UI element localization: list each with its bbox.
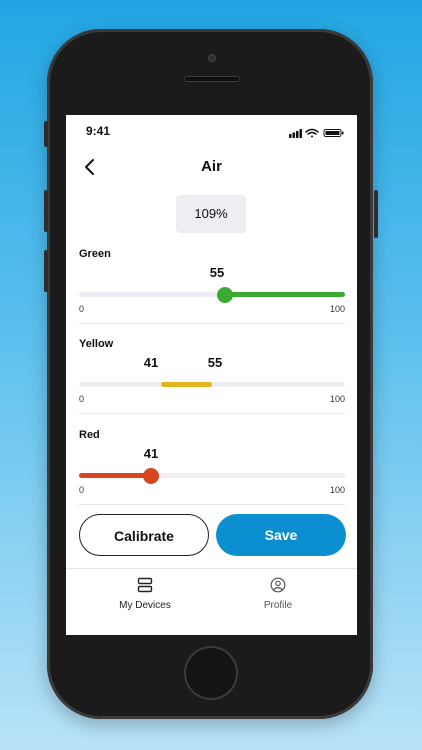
side-button — [44, 121, 48, 147]
yellow-low-value: 41 — [143, 355, 159, 370]
green-slider-thumb[interactable] — [217, 286, 234, 303]
wifi-icon — [305, 128, 319, 138]
volume-down-button — [44, 250, 48, 292]
page-title: Air — [201, 158, 222, 175]
devices-icon — [137, 577, 153, 593]
red-max: 100 — [329, 485, 345, 495]
tab-profile[interactable]: Profile — [218, 577, 338, 611]
divider — [79, 504, 345, 505]
percentage-readout: 109% — [176, 195, 246, 233]
red-slider-thumb[interactable] — [142, 467, 159, 484]
divider — [79, 413, 345, 414]
range-red: Red 41 0 100 — [79, 429, 345, 505]
tab-bar: My Devices Profile — [66, 568, 357, 635]
yellow-min: 0 — [79, 394, 85, 404]
tab-my-devices[interactable]: My Devices — [85, 577, 205, 611]
battery-icon — [323, 129, 344, 137]
save-button[interactable]: Save — [216, 514, 346, 556]
yellow-slider-fill[interactable] — [161, 382, 212, 387]
yellow-high-value: 55 — [207, 355, 223, 370]
range-green-label: Green — [79, 248, 111, 260]
red-min: 0 — [79, 485, 85, 495]
volume-up-button — [44, 190, 48, 232]
red-slider-fill — [79, 473, 151, 478]
green-slider-fill — [225, 292, 345, 297]
green-max: 100 — [329, 304, 345, 314]
status-icons — [289, 125, 345, 143]
range-red-label: Red — [79, 429, 100, 441]
range-green: Green 55 0 100 — [79, 248, 345, 324]
green-slider-track[interactable] — [79, 286, 345, 303]
status-indicators-icon — [289, 128, 344, 138]
earpiece-speaker — [184, 76, 240, 82]
front-camera — [208, 54, 216, 62]
power-button — [374, 190, 378, 238]
red-value: 41 — [143, 446, 159, 461]
tab-my-devices-label: My Devices — [119, 600, 171, 611]
green-value: 55 — [209, 265, 225, 280]
signal-icon — [289, 129, 302, 138]
yellow-max: 100 — [329, 394, 345, 404]
yellow-slider-track[interactable] — [79, 382, 345, 387]
status-time: 9:41 — [86, 124, 111, 138]
range-yellow-label: Yellow — [79, 338, 114, 350]
divider — [79, 323, 345, 324]
green-min: 0 — [79, 304, 85, 314]
calibrate-button[interactable]: Calibrate — [79, 514, 209, 556]
range-yellow: Yellow 41 55 0 100 — [79, 338, 345, 414]
home-button[interactable] — [184, 646, 238, 700]
red-slider-track[interactable] — [79, 467, 345, 484]
tab-profile-label: Profile — [263, 600, 293, 611]
profile-icon — [270, 577, 286, 593]
app-screen: 9:41 Air 109% Green 55 0 100 Yellow 41 5… — [66, 115, 357, 635]
